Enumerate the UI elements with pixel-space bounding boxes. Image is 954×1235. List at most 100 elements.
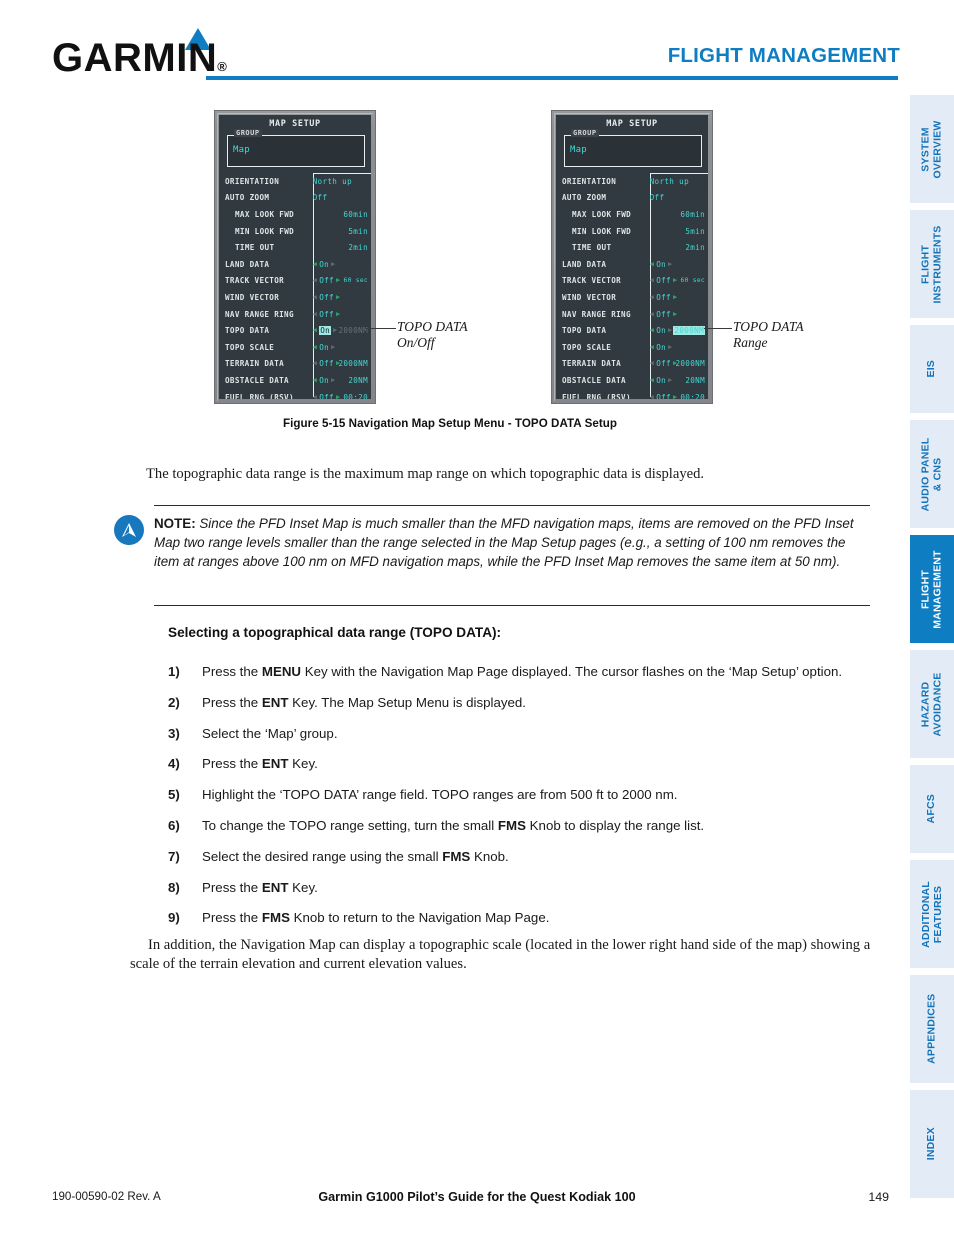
step-key-name: FMS — [261, 910, 290, 926]
value-track-vector-time: 60 sec — [343, 277, 368, 285]
value-topo-data-selected[interactable]: On — [319, 326, 332, 336]
row-terrain-data[interactable]: TERRAIN DATA ◀ Off ▶ 2000NM — [219, 356, 371, 373]
map-setup-screen-left: MAP SETUP GROUP Map ORIENTATION North up… — [219, 115, 371, 399]
sidebar-tab-afcs[interactable]: AFCS — [910, 765, 954, 853]
sidebar-tab-appendices[interactable]: APPENDICES — [910, 975, 954, 1083]
right-arrow-icon[interactable]: ▶ — [668, 327, 673, 334]
right-arrow-icon[interactable]: ▶ — [336, 393, 341, 399]
right-arrow-icon[interactable]: ▶ — [673, 310, 678, 318]
row-max-look-fwd[interactable]: MAX LOOK FWD 60min — [556, 206, 708, 223]
left-arrow-icon[interactable]: ◀ — [313, 310, 318, 318]
callout-left-line2: On/Off — [397, 335, 435, 350]
page-header: GARMIN® FLIGHT MANAGEMENT — [0, 0, 954, 92]
right-arrow-icon[interactable]: ▶ — [336, 310, 341, 318]
header-rule — [206, 76, 898, 80]
right-arrow-icon[interactable]: ▶ — [673, 293, 678, 301]
row-topo-scale[interactable]: TOPO SCALE ◀ On ▶ — [556, 339, 708, 356]
sidebar-tab-system-overview[interactable]: SYSTEM OVERVIEW — [910, 95, 954, 203]
row-fuel-rng-rsv[interactable]: FUEL RNG (RSV) ◀ Off ▶ 00:20 — [219, 389, 371, 399]
row-wind-vector[interactable]: WIND VECTOR ◀ Off ▶ — [219, 289, 371, 306]
right-arrow-icon[interactable]: ▶ — [336, 293, 341, 301]
row-orientation[interactable]: ORIENTATION North up — [219, 173, 371, 190]
step-item: 2) Press the ENT Key. The Map Setup Menu … — [168, 694, 884, 711]
row-min-look-fwd[interactable]: MIN LOOK FWD 5min — [556, 223, 708, 240]
row-topo-scale[interactable]: TOPO SCALE ◀ On ▶ — [219, 339, 371, 356]
step-number: 1) — [168, 664, 180, 679]
row-auto-zoom[interactable]: AUTO ZOOM Off — [219, 190, 371, 207]
left-arrow-icon[interactable]: ◀ — [313, 293, 318, 301]
left-arrow-icon[interactable]: ◀ — [650, 310, 655, 318]
left-arrow-icon[interactable]: ◀ — [650, 343, 655, 351]
step-number: 6) — [168, 818, 180, 833]
right-arrow-icon[interactable]: ▶ — [331, 376, 336, 384]
row-land-data[interactable]: LAND DATA ◀ On ▶ — [219, 256, 371, 273]
row-nav-range-ring[interactable]: NAV RANGE RING ◀ Off ▶ — [219, 306, 371, 323]
left-arrow-icon[interactable]: ◀ — [313, 277, 318, 284]
row-terrain-data[interactable]: TERRAIN DATA ◀ Off ▶ 2000NM — [556, 356, 708, 373]
right-arrow-icon[interactable]: ▶ — [668, 260, 673, 268]
intro-paragraph: The topographic data range is the maximu… — [146, 466, 705, 482]
row-time-out[interactable]: TIME OUT 2min — [219, 239, 371, 256]
sidebar-tab-flight-management[interactable]: FLIGHT MANAGEMENT — [910, 535, 954, 643]
sidebar-tab-index[interactable]: INDEX — [910, 1090, 954, 1198]
right-arrow-icon[interactable]: ▶ — [336, 277, 341, 284]
step-item: 6) To change the TOPO range setting, turn… — [168, 817, 884, 834]
row-nav-range-ring[interactable]: NAV RANGE RING ◀ Off ▶ — [556, 306, 708, 323]
value-topo-data-range-selected[interactable]: 2000NM — [673, 326, 705, 336]
row-track-vector[interactable]: TRACK VECTOR ◀ Off ▶ 60 sec — [556, 273, 708, 290]
sidebar-tab-label: EIS — [925, 360, 938, 378]
sidebar-tab-audio-panel-cns[interactable]: AUDIO PANEL & CNS — [910, 420, 954, 528]
right-arrow-icon[interactable]: ▶ — [673, 277, 678, 284]
right-arrow-icon[interactable]: ▶ — [668, 343, 673, 351]
row-min-look-fwd[interactable]: MIN LOOK FWD 5min — [219, 223, 371, 240]
right-arrow-icon[interactable]: ▶ — [331, 343, 336, 351]
left-arrow-icon[interactable]: ◀ — [313, 327, 318, 334]
note-label: NOTE: — [154, 516, 196, 531]
row-track-vector[interactable]: TRACK VECTOR ◀ Off ▶ 60 sec — [219, 273, 371, 290]
row-max-look-fwd[interactable]: MAX LOOK FWD 60min — [219, 206, 371, 223]
value-topo-data-range: 2000NM — [338, 326, 368, 336]
page-title: FLIGHT MANAGEMENT — [667, 44, 900, 67]
callout-leader-left — [366, 328, 396, 329]
left-arrow-icon[interactable]: ◀ — [650, 277, 655, 284]
row-land-data[interactable]: LAND DATA ◀ On ▶ — [556, 256, 708, 273]
left-arrow-icon[interactable]: ◀ — [650, 327, 655, 334]
value-track-vector: Off — [656, 276, 671, 286]
row-topo-data[interactable]: TOPO DATA ◀ On ▶ 2000NM — [219, 322, 371, 339]
row-fuel-rng-rsv[interactable]: FUEL RNG (RSV) ◀ Off ▶ 00:20 — [556, 389, 708, 399]
step-item: 8) Press the ENT Key. — [168, 879, 884, 896]
label-track-vector: TRACK VECTOR — [225, 276, 285, 286]
left-arrow-icon[interactable]: ◀ — [313, 393, 318, 399]
left-arrow-icon[interactable]: ◀ — [650, 376, 655, 384]
left-arrow-icon[interactable]: ◀ — [650, 260, 655, 268]
right-arrow-icon[interactable]: ▶ — [333, 327, 338, 334]
sidebar-tab-label: INDEX — [925, 1127, 938, 1161]
left-arrow-icon[interactable]: ◀ — [313, 360, 318, 367]
row-auto-zoom[interactable]: AUTO ZOOM Off — [556, 190, 708, 207]
step-text: Press the ENT Key. The Map Setup Menu is… — [202, 694, 526, 710]
left-arrow-icon[interactable]: ◀ — [313, 343, 318, 351]
row-topo-data[interactable]: TOPO DATA ◀ On ▶ 2000NM — [556, 322, 708, 339]
right-arrow-icon[interactable]: ▶ — [331, 260, 336, 268]
value-track-vector-time: 60 sec — [680, 277, 705, 285]
step-text: Press the ENT Key. — [202, 879, 318, 895]
value-time-out: 2min — [348, 243, 368, 253]
row-time-out[interactable]: TIME OUT 2min — [556, 239, 708, 256]
left-arrow-icon[interactable]: ◀ — [650, 393, 655, 399]
right-arrow-icon[interactable]: ▶ — [673, 393, 678, 399]
left-arrow-icon[interactable]: ◀ — [313, 260, 318, 268]
row-wind-vector[interactable]: WIND VECTOR ◀ Off ▶ — [556, 289, 708, 306]
left-arrow-icon[interactable]: ◀ — [650, 293, 655, 301]
right-arrow-icon[interactable]: ▶ — [668, 376, 673, 384]
row-orientation[interactable]: ORIENTATION North up — [556, 173, 708, 190]
page-footer: 190-00590-02 Rev. A Garmin G1000 Pilot’s… — [0, 1190, 954, 1220]
sidebar-tab-hazard-avoidance[interactable]: HAZARD AVOIDANCE — [910, 650, 954, 758]
sidebar-tab-eis[interactable]: EIS — [910, 325, 954, 413]
row-obstacle-data[interactable]: OBSTACLE DATA ◀ On ▶ 20NM — [219, 372, 371, 389]
left-arrow-icon[interactable]: ◀ — [650, 360, 655, 367]
row-obstacle-data[interactable]: OBSTACLE DATA ◀ On ▶ 20NM — [556, 372, 708, 389]
sidebar-tab-additional-features[interactable]: ADDITIONAL FEATURES — [910, 860, 954, 968]
label-obstacle-data: OBSTACLE DATA — [562, 375, 626, 385]
left-arrow-icon[interactable]: ◀ — [313, 376, 318, 384]
sidebar-tab-flight-instruments[interactable]: FLIGHT INSTRUMENTS — [910, 210, 954, 318]
